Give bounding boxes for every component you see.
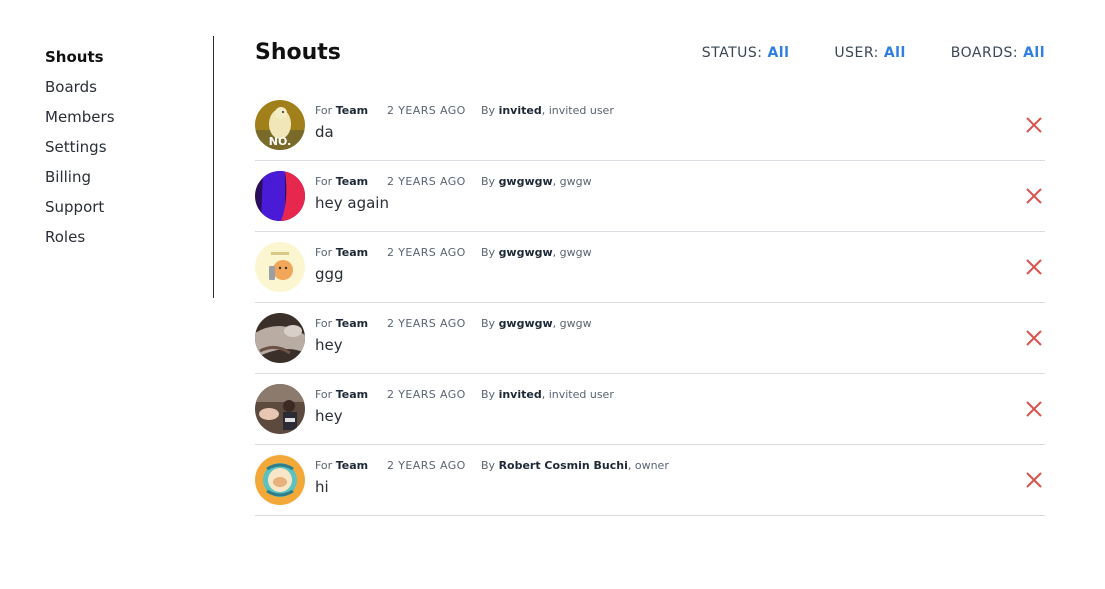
shout-message: hey again xyxy=(315,194,389,212)
shout-board: For Team xyxy=(315,388,369,401)
shout-author: By gwgwgw, gwgw xyxy=(481,317,592,330)
boards-filter-value[interactable]: All xyxy=(1023,45,1045,61)
sidebar-nav: Shouts Boards Members Settings Billing S… xyxy=(45,42,213,252)
shout-meta: For Team 2 YEARS AGO By invited, invited… xyxy=(315,388,614,401)
close-icon xyxy=(1026,188,1042,204)
shout-message: hi xyxy=(315,478,329,496)
shout-message: hey xyxy=(315,336,343,354)
user-filter-value[interactable]: All xyxy=(884,45,906,61)
sidebar-divider xyxy=(213,36,214,298)
blue-red-avatar xyxy=(255,171,305,221)
delete-button[interactable] xyxy=(1025,400,1043,418)
shout-board: For Team xyxy=(315,459,369,472)
status-filter[interactable]: STATUS: All xyxy=(702,45,790,61)
sidebar-item-billing[interactable]: Billing xyxy=(45,162,213,192)
shout-row: For Team 2 YEARS AGO By gwgwgw, gwgw ggg xyxy=(255,232,1045,303)
user-filter-label: USER: xyxy=(834,45,879,61)
bird-no-avatar: NO. xyxy=(255,100,305,150)
shout-time: 2 YEARS AGO xyxy=(387,317,466,330)
shout-author: By invited, invited user xyxy=(481,104,614,117)
close-icon xyxy=(1026,117,1042,133)
shout-row: NO. For Team 2 YEARS AGO By invited, inv… xyxy=(255,90,1045,161)
shout-message: da xyxy=(315,123,334,141)
sidebar-item-roles[interactable]: Roles xyxy=(45,222,213,252)
delete-button[interactable] xyxy=(1025,471,1043,489)
user-filter[interactable]: USER: All xyxy=(834,45,905,61)
boards-filter[interactable]: BOARDS: All xyxy=(951,45,1045,61)
sidebar-item-support[interactable]: Support xyxy=(45,192,213,222)
shout-message: ggg xyxy=(315,265,344,283)
sidebar-item-settings[interactable]: Settings xyxy=(45,132,213,162)
shout-row: For Team 2 YEARS AGO By gwgwgw, gwgw hey xyxy=(255,303,1045,374)
delete-button[interactable] xyxy=(1025,329,1043,347)
shout-meta: For Team 2 YEARS AGO By gwgwgw, gwgw xyxy=(315,175,592,188)
page-title: Shouts xyxy=(255,40,341,65)
shout-author: By gwgwgw, gwgw xyxy=(481,175,592,188)
shout-board: For Team xyxy=(315,246,369,259)
delete-button[interactable] xyxy=(1025,116,1043,134)
cartoon-avatar xyxy=(255,242,305,292)
shout-author: By invited, invited user xyxy=(481,388,614,401)
shout-list: NO. For Team 2 YEARS AGO By invited, inv… xyxy=(255,90,1045,516)
shout-time: 2 YEARS AGO xyxy=(387,388,466,401)
sidebar-item-shouts[interactable]: Shouts xyxy=(45,42,213,72)
shout-time: 2 YEARS AGO xyxy=(387,175,466,188)
shout-board: For Team xyxy=(315,104,369,117)
sidebar-item-members[interactable]: Members xyxy=(45,102,213,132)
shout-board: For Team xyxy=(315,317,369,330)
photo-avatar xyxy=(255,313,305,363)
status-filter-label: STATUS: xyxy=(701,45,763,61)
page-header: Shouts STATUS: All USER: All BOARDS: All xyxy=(255,36,1045,80)
shout-time: 2 YEARS AGO xyxy=(387,459,466,472)
shout-meta: For Team 2 YEARS AGO By invited, invited… xyxy=(315,104,614,117)
close-icon xyxy=(1026,259,1042,275)
people-photo-avatar xyxy=(255,384,305,434)
delete-button[interactable] xyxy=(1025,258,1043,276)
sticker-avatar xyxy=(255,455,305,505)
close-icon xyxy=(1026,401,1042,417)
shout-message: hey xyxy=(315,407,343,425)
close-icon xyxy=(1026,472,1042,488)
shout-row: For Team 2 YEARS AGO By gwgwgw, gwgw hey… xyxy=(255,161,1045,232)
svg-text:NO.: NO. xyxy=(269,135,292,148)
delete-button[interactable] xyxy=(1025,187,1043,205)
shout-row: For Team 2 YEARS AGO By invited, invited… xyxy=(255,374,1045,445)
shout-time: 2 YEARS AGO xyxy=(387,246,466,259)
shout-meta: For Team 2 YEARS AGO By Robert Cosmin Bu… xyxy=(315,459,669,472)
shout-author: By gwgwgw, gwgw xyxy=(481,246,592,259)
status-filter-value[interactable]: All xyxy=(767,45,789,61)
main-content: Shouts STATUS: All USER: All BOARDS: All xyxy=(255,36,1045,516)
sidebar-item-boards[interactable]: Boards xyxy=(45,72,213,102)
filter-bar: STATUS: All USER: All BOARDS: All xyxy=(702,45,1045,61)
shout-time: 2 YEARS AGO xyxy=(387,104,466,117)
shout-meta: For Team 2 YEARS AGO By gwgwgw, gwgw xyxy=(315,317,592,330)
close-icon xyxy=(1026,330,1042,346)
shout-author: By Robert Cosmin Buchi, owner xyxy=(481,459,669,472)
shout-board: For Team xyxy=(315,175,369,188)
boards-filter-label: BOARDS: xyxy=(950,45,1019,61)
shout-row: For Team 2 YEARS AGO By Robert Cosmin Bu… xyxy=(255,445,1045,516)
shout-meta: For Team 2 YEARS AGO By gwgwgw, gwgw xyxy=(315,246,592,259)
